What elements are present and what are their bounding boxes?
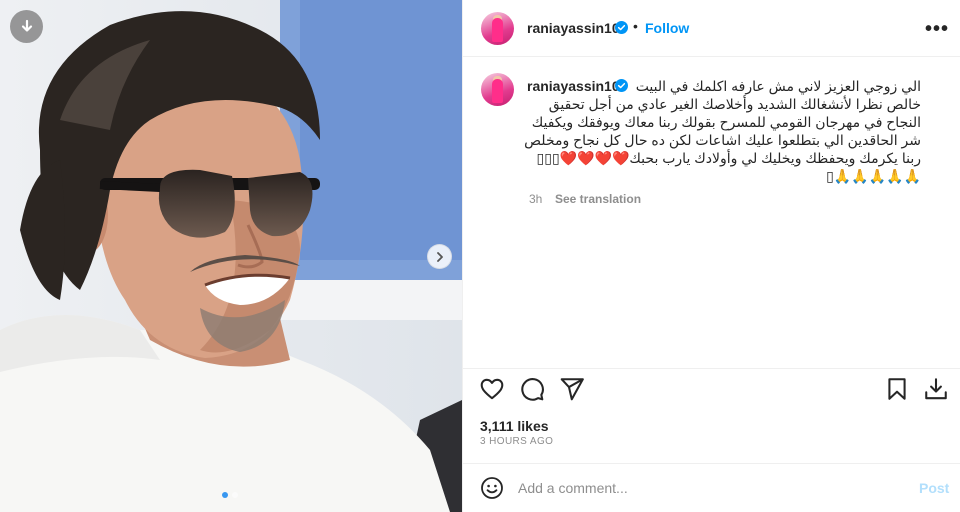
post-comment-button[interactable]: Post xyxy=(919,480,949,496)
comment-bar: Post xyxy=(463,463,960,512)
post-action-bar xyxy=(463,368,960,408)
caption-text: الي زوجي العزيز لاني مش عارفه اكلمك في ا… xyxy=(524,78,921,184)
bookmark-icon[interactable] xyxy=(884,376,910,402)
download-tray-icon[interactable] xyxy=(923,376,949,402)
carousel-dot xyxy=(222,492,228,498)
next-image-button[interactable] xyxy=(427,244,452,269)
username-link[interactable]: raniayassin10 xyxy=(527,20,620,36)
comment-bubble-icon[interactable] xyxy=(519,376,545,402)
heart-icon[interactable] xyxy=(479,376,505,402)
caption-timestamp: 3h xyxy=(529,192,543,206)
post-timestamp: 3 HOURS AGO xyxy=(480,436,554,447)
download-circle-icon xyxy=(21,19,32,32)
post-header: raniayassin10 • Follow ••• xyxy=(463,0,960,57)
paper-plane-icon[interactable] xyxy=(559,376,585,402)
comment-input[interactable] xyxy=(518,478,898,498)
post-media[interactable] xyxy=(0,0,462,512)
post-side-panel: raniayassin10 • Follow ••• raniayassin10… xyxy=(462,0,960,512)
chevron-right-icon xyxy=(436,251,443,262)
like-count[interactable]: 3,111 likes xyxy=(480,418,549,434)
separator-dot: • xyxy=(633,18,638,34)
caption-avatar[interactable] xyxy=(481,73,514,106)
smiley-icon[interactable] xyxy=(480,476,504,500)
carousel-dot xyxy=(232,492,238,498)
follow-button[interactable]: Follow xyxy=(645,20,689,36)
more-options-button[interactable]: ••• xyxy=(925,18,949,41)
verified-badge-icon xyxy=(615,21,628,34)
see-translation-link[interactable]: See translation xyxy=(555,192,641,206)
post-photo xyxy=(0,0,462,512)
download-button[interactable] xyxy=(10,10,43,43)
carousel-indicator xyxy=(222,492,238,498)
avatar[interactable] xyxy=(481,12,514,45)
